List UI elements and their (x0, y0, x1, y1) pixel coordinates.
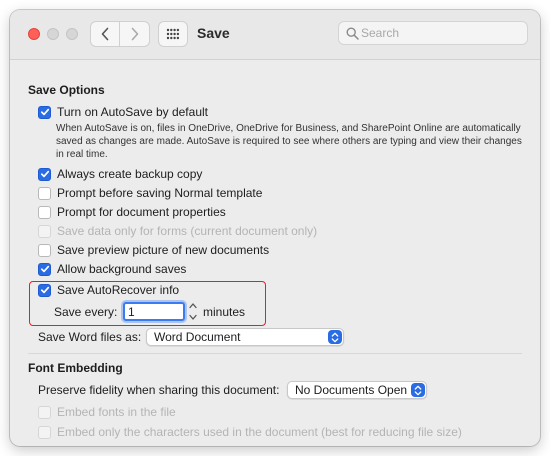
background-saves-label: Allow background saves (57, 262, 187, 276)
save-every-unit: minutes (203, 305, 246, 319)
embed-fonts-option: Embed fonts in the file (38, 404, 176, 420)
checkmark-icon (40, 265, 49, 273)
stepper-up-icon[interactable] (189, 302, 197, 309)
autorecover-checkbox[interactable] (38, 283, 51, 297)
window-title: Save (197, 25, 230, 41)
save-every-field[interactable] (123, 302, 185, 321)
title-bar: Save (10, 10, 540, 60)
forward-button[interactable] (120, 21, 150, 47)
preferences-content: Save Options Turn on AutoSave by default… (10, 60, 540, 446)
save-every-label: Save every: (54, 305, 118, 319)
search-box[interactable] (338, 21, 528, 45)
preview-picture-option[interactable]: Save preview picture of new documents (38, 242, 269, 258)
prompt-normal-template-option[interactable]: Prompt before saving Normal template (38, 185, 262, 201)
navigation-buttons (90, 21, 150, 47)
backup-copy-option[interactable]: Always create backup copy (38, 166, 202, 182)
backup-copy-label: Always create backup copy (57, 167, 203, 181)
show-all-button[interactable] (158, 21, 188, 47)
zoom-window-button[interactable] (66, 28, 78, 40)
chevron-left-icon (101, 27, 109, 41)
autosave-checkbox[interactable] (38, 105, 51, 119)
save-word-as-popup[interactable]: Word Document (146, 328, 344, 346)
autosave-description: When AutoSave is on, files in OneDrive, … (56, 123, 522, 160)
background-saves-checkbox[interactable] (38, 262, 51, 276)
save-forms-data-checkbox (38, 224, 51, 238)
popup-arrows-icon (328, 330, 342, 344)
save-every-stepper[interactable] (188, 302, 198, 321)
embed-used-characters-label: Embed only the characters used in the do… (57, 425, 462, 439)
prompt-normal-template-checkbox[interactable] (38, 186, 51, 200)
search-icon (346, 27, 359, 40)
search-input[interactable] (361, 24, 521, 42)
minimize-window-button[interactable] (47, 28, 59, 40)
grid-icon (166, 28, 180, 40)
embed-fonts-checkbox (38, 405, 51, 419)
embed-fonts-label: Embed fonts in the file (57, 405, 176, 419)
save-word-as-value: Word Document (154, 330, 241, 344)
embed-used-characters-checkbox (38, 425, 51, 439)
checkmark-icon (40, 286, 49, 294)
save-word-as-label: Save Word files as: (38, 330, 142, 344)
preserve-fidelity-value: No Documents Open (295, 383, 408, 397)
prompt-normal-template-label: Prompt before saving Normal template (57, 186, 263, 200)
save-forms-data-option: Save data only for forms (current docume… (38, 223, 317, 239)
preferences-window: Save Save Options Turn on AutoSave by de… (10, 10, 540, 446)
preserve-fidelity-popup[interactable]: No Documents Open (287, 381, 427, 399)
chevron-right-icon (131, 27, 138, 41)
checkmark-icon (40, 108, 49, 116)
save-forms-data-label: Save data only for forms (current docume… (57, 224, 318, 238)
autosave-label: Turn on AutoSave by default (57, 105, 208, 119)
section-divider (28, 353, 522, 354)
embed-used-characters-option: Embed only the characters used in the do… (38, 424, 462, 440)
save-options-heading: Save Options (28, 83, 105, 97)
preserve-fidelity-label: Preserve fidelity when sharing this docu… (38, 383, 280, 397)
stepper-down-icon[interactable] (189, 314, 197, 321)
save-every-input[interactable] (128, 304, 178, 319)
preview-picture-checkbox[interactable] (38, 243, 51, 257)
autorecover-label: Save AutoRecover info (57, 283, 180, 297)
preview-picture-label: Save preview picture of new documents (57, 243, 270, 257)
autorecover-option[interactable]: Save AutoRecover info (38, 282, 179, 298)
prompt-document-properties-option[interactable]: Prompt for document properties (38, 204, 226, 220)
font-embedding-heading: Font Embedding (28, 361, 123, 375)
popup-arrows-icon (411, 383, 425, 397)
prompt-document-properties-checkbox[interactable] (38, 205, 51, 219)
back-button[interactable] (90, 21, 120, 47)
autosave-option[interactable]: Turn on AutoSave by default (38, 104, 208, 120)
background-saves-option[interactable]: Allow background saves (38, 261, 186, 277)
close-window-button[interactable] (28, 28, 40, 40)
checkmark-icon (40, 170, 49, 178)
prompt-document-properties-label: Prompt for document properties (57, 205, 226, 219)
backup-copy-checkbox[interactable] (38, 167, 51, 181)
